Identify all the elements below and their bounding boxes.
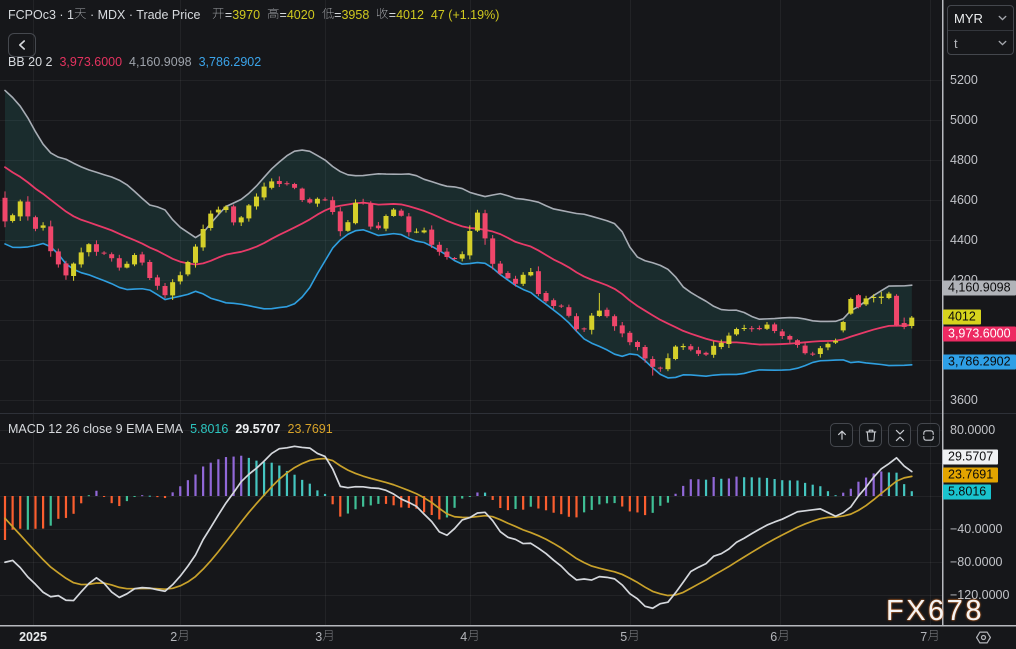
bb-title[interactable]: BB 20 2 [8, 55, 52, 69]
unit-dropdown[interactable]: t [948, 31, 1013, 55]
cjk-glyph [377, 8, 389, 20]
currency-unit-selector: MYR t [947, 5, 1014, 55]
macd-legend: MACD 12 26 close 9 EMA EMA 5.8016 29.570… [8, 422, 333, 436]
delete-pane-button[interactable] [859, 423, 882, 447]
symbol-legend: FCPOc3 · 1 · MDX · Trade Price = 3970 = 40… [8, 8, 499, 22]
time-axis-settings[interactable] [975, 629, 992, 649]
cjk-glyph [927, 630, 938, 642]
currency-label: MYR [954, 10, 983, 26]
chevron-down-icon [998, 40, 1007, 46]
unit-label: t [954, 35, 958, 51]
trash-icon [865, 429, 876, 441]
cjk-glyph [322, 630, 333, 642]
arrow-up-icon [837, 430, 846, 440]
fx678-watermark: FX678 [886, 595, 984, 627]
price-tick: 5200 [950, 73, 978, 87]
time-tick[interactable]: 2025 [19, 630, 47, 644]
cjk-glyph [267, 8, 279, 19]
time-tick[interactable]: 7 [920, 630, 939, 644]
symbol-title[interactable]: FCPOc3 · 1 · MDX · Trade Price [8, 8, 200, 22]
macd-tick: −40.0000 [950, 522, 1003, 536]
axis-value-label: 3,973.6000 [943, 326, 1016, 342]
chevron-down-icon [998, 15, 1007, 21]
ohlc-high-value: 4020 [286, 8, 315, 22]
macd-tick: 80.0000 [950, 423, 996, 437]
hexagon-settings-icon [976, 631, 991, 644]
cjk-glyph [321, 8, 334, 20]
move-pane-up-button[interactable] [830, 423, 853, 447]
maximize-icon [923, 429, 934, 441]
bb-legend: BB 20 2 3,973.6000 4,160.9098 3,786.2902 [8, 55, 261, 69]
price-tick: 3600 [950, 393, 978, 407]
ohlc-low-value: 3958 [341, 8, 370, 22]
axis-value-label: 23.7691 [943, 467, 999, 483]
axis-value-label: 29.5707 [943, 449, 999, 465]
cjk-glyph [777, 630, 788, 642]
back-button[interactable] [8, 33, 36, 57]
collapse-icon [895, 429, 904, 441]
cjk-glyph [627, 630, 638, 642]
time-tick[interactable]: 3 [315, 630, 334, 644]
ohlc-close-value: 4012 [396, 8, 424, 22]
macd-title[interactable]: MACD 12 26 close 9 EMA EMA [8, 422, 183, 436]
price-tick: 4400 [950, 233, 978, 247]
macd-pane-toolbar [830, 423, 940, 447]
macd-tick: −80.0000 [950, 555, 1003, 569]
axis-value-label: 4012 [943, 309, 981, 325]
axis-value-label: 4,160.9098 [943, 280, 1016, 296]
chart-canvas[interactable] [0, 0, 1016, 649]
cjk-glyph [74, 8, 86, 20]
bb-basis-value: 3,973.6000 [59, 55, 123, 69]
macd-line-value: 29.5707 [235, 422, 281, 436]
trading-chart-app: FCPOc3 · 1 · MDX · Trade Price = 3970 = 40… [0, 0, 1016, 649]
time-tick[interactable]: 5 [620, 630, 639, 644]
collapse-pane-button[interactable] [888, 423, 911, 447]
chevron-left-icon [19, 40, 25, 50]
price-tick: 4600 [950, 193, 978, 207]
cjk-glyph [467, 630, 478, 642]
time-tick[interactable]: 2 [170, 630, 189, 644]
change-value: 47 (+1.19%) [430, 8, 500, 22]
bb-lower-value: 3,786.2902 [198, 55, 262, 69]
cjk-glyph [177, 630, 188, 642]
macd-hist-value: 5.8016 [190, 422, 229, 436]
currency-dropdown[interactable]: MYR [948, 6, 1013, 30]
time-tick[interactable]: 4 [460, 630, 479, 644]
ohlc-low-label: = [321, 8, 341, 22]
time-tick[interactable]: 6 [770, 630, 789, 644]
ohlc-open-label: = [212, 8, 232, 22]
axis-value-label: 5.8016 [943, 484, 992, 500]
axis-value-label: 3,786.2902 [943, 354, 1016, 370]
price-tick: 5000 [950, 113, 978, 127]
bb-upper-value: 4,160.9098 [129, 55, 192, 69]
macd-signal-value: 23.7691 [287, 422, 333, 436]
ohlc-open-value: 3970 [232, 8, 261, 22]
ohlc-high-label: = [267, 8, 287, 22]
ohlc-close-label: = [376, 8, 396, 22]
maximize-pane-button[interactable] [917, 423, 940, 447]
cjk-glyph [213, 8, 225, 20]
price-tick: 4800 [950, 153, 978, 167]
